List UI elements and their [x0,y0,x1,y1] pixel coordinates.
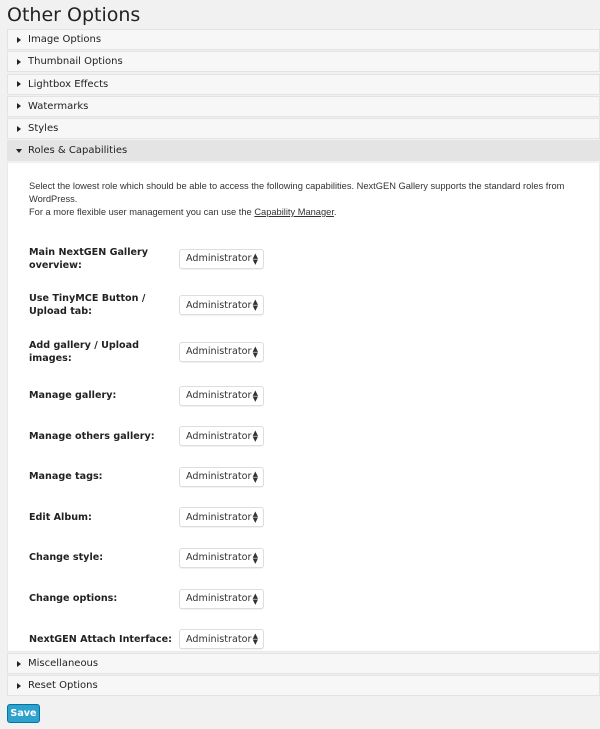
role-select-value: Administrator [186,511,252,523]
role-select[interactable]: Administrator ▲ ▼ [179,629,264,650]
section-label: Lightbox Effects [28,78,109,90]
select-arrows-icon: ▲ ▼ [252,344,258,359]
role-select-value: Administrator [186,471,252,483]
role-row: Manage others gallery: Administrator ▲ ▼ [29,426,595,447]
caret-right-icon [17,125,21,132]
role-label: Use TinyMCE Button / Upload tab: [29,293,146,318]
section-thumbnail-options[interactable]: Thumbnail Options [7,51,600,73]
role-label: Manage gallery: [29,390,117,402]
role-row: Manage tags: Administrator ▲ ▼ [29,466,595,487]
caret-right-icon [17,682,21,689]
page-title: Other Options [7,4,141,26]
role-select[interactable]: Administrator ▲ ▼ [179,248,264,269]
caret-right-icon [17,660,21,667]
section-watermarks[interactable]: Watermarks [7,95,600,117]
section-label: Styles [28,123,59,135]
select-arrows-icon: ▲ ▼ [252,591,258,606]
select-arrows-icon: ▲ ▼ [252,251,258,266]
role-label: Change style: [29,552,104,564]
section-label: Thumbnail Options [28,56,123,68]
role-label: Add gallery / Upload images: [29,339,139,364]
section-miscellaneous[interactable]: Miscellaneous [7,653,600,675]
role-row: Change style: Administrator ▲ ▼ [29,547,595,568]
role-select[interactable]: Administrator ▲ ▼ [179,295,264,316]
caret-right-icon [17,81,21,88]
select-arrows-icon: ▲ ▼ [252,469,258,484]
section-label: Miscellaneous [28,658,99,670]
select-arrows-icon: ▲ ▼ [252,298,258,313]
role-select-value: Administrator [186,593,252,605]
role-label: Change options: [29,593,118,605]
options-accordion: Image Options Thumbnail Options Lightbox E… [7,29,600,698]
role-row: Edit Album: Administrator ▲ ▼ [29,507,595,528]
select-arrows-icon: ▲ ▼ [252,429,258,444]
caret-right-icon [17,36,21,43]
select-arrows-icon: ▲ ▼ [252,550,258,565]
section-lightbox-effects[interactable]: Lightbox Effects [7,73,600,95]
section-roles-capabilities[interactable]: Roles & Capabilities [7,140,600,162]
role-select[interactable]: Administrator ▲ ▼ [179,466,264,487]
roles-panel: Select the lowest role which should be a… [7,162,600,652]
role-label: Edit Album: [29,511,92,523]
section-image-options[interactable]: Image Options [7,29,600,50]
section-label: Roles & Capabilities [28,145,128,157]
role-select[interactable]: Administrator ▲ ▼ [179,341,264,362]
role-row: Manage gallery: Administrator ▲ ▼ [29,385,595,406]
role-label: Main NextGEN Gallery overview: [29,246,149,271]
role-label: NextGEN Attach Interface: [29,633,172,645]
role-select-value: Administrator [186,633,252,645]
role-label: Manage tags: [29,471,103,483]
role-row: Use TinyMCE Button / Upload tab: Administ… [29,292,595,318]
role-select-value: Administrator [186,552,252,564]
section-styles[interactable]: Styles [7,118,600,140]
role-select[interactable]: Administrator ▲ ▼ [179,385,264,406]
section-label: Image Options [28,34,102,45]
caret-right-icon [17,58,21,65]
select-arrows-icon: ▲ ▼ [252,388,258,403]
save-button[interactable]: Save [7,704,40,723]
select-arrows-icon: ▲ ▼ [252,632,258,647]
role-row: Change options: Administrator ▲ ▼ [29,588,595,609]
section-reset-options[interactable]: Reset Options [7,675,600,697]
role-row: Main NextGEN Gallery overview: Administra… [29,246,595,272]
role-select-value: Administrator [186,299,252,311]
role-select-value: Administrator [186,346,252,358]
capability-manager-link[interactable]: Capability Manager [254,207,334,217]
select-arrows-icon: ▲ ▼ [252,510,258,525]
role-row: NextGEN Attach Interface: Administrator ▲ ▼ [29,629,595,650]
role-row: Add gallery / Upload images: Administrato… [29,339,595,365]
intro-text: Select the lowest role which should be a… [29,180,565,217]
role-select-value: Administrator [186,390,252,402]
section-label: Watermarks [28,100,89,112]
role-label: Manage others gallery: [29,430,155,442]
role-select-value: Administrator [186,253,252,265]
role-select[interactable]: Administrator ▲ ▼ [179,507,264,528]
caret-down-icon [16,148,22,153]
caret-right-icon [17,103,21,110]
section-label: Reset Options [28,680,98,692]
role-select[interactable]: Administrator ▲ ▼ [179,426,264,447]
role-select-value: Administrator [186,430,252,442]
role-select[interactable]: Administrator ▲ ▼ [179,547,264,568]
role-select[interactable]: Administrator ▲ ▼ [179,588,264,609]
